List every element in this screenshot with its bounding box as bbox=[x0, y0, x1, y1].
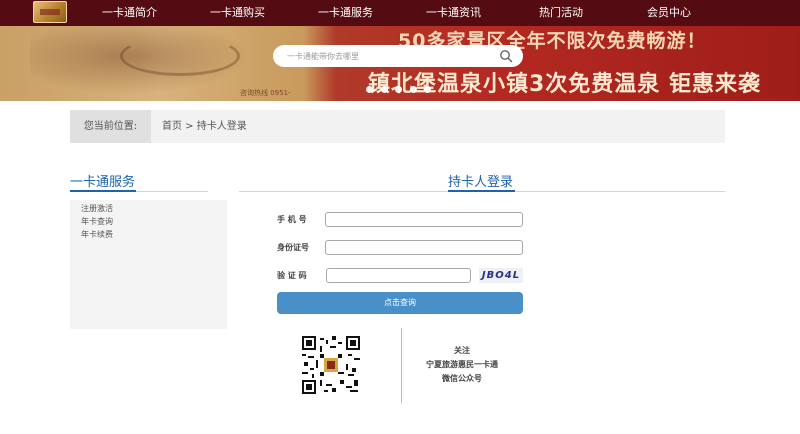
top-nav: 一卡通简介 一卡通购买 一卡通服务 一卡通资讯 热门活动 会员中心 bbox=[0, 0, 800, 26]
carousel-dot[interactable] bbox=[395, 86, 402, 93]
id-number-input[interactable] bbox=[325, 240, 523, 255]
carousel-dot[interactable] bbox=[381, 86, 388, 93]
nav-item-activities[interactable]: 热门活动 bbox=[539, 0, 583, 26]
captcha-image[interactable]: JBO4L bbox=[479, 268, 523, 283]
nav-item-service[interactable]: 一卡通服务 bbox=[318, 0, 373, 26]
captcha-label: 验 证 码 bbox=[277, 271, 307, 280]
search-icon[interactable] bbox=[499, 49, 513, 63]
search-input[interactable] bbox=[287, 48, 487, 64]
sidebar-title-underline bbox=[70, 190, 136, 192]
breadcrumb-label: 您当前位置: bbox=[70, 110, 151, 143]
phone-label: 手 机 号 bbox=[277, 215, 307, 224]
nav-item-member[interactable]: 会员中心 bbox=[647, 0, 691, 26]
search-box bbox=[273, 45, 523, 67]
carousel-dot[interactable] bbox=[410, 86, 417, 93]
breadcrumb: 您当前位置: 首页 > 持卡人登录 bbox=[70, 110, 725, 143]
carousel-dot[interactable] bbox=[424, 86, 431, 93]
nav-item-intro[interactable]: 一卡通简介 bbox=[102, 0, 157, 26]
wechat-follow-line-1: 关注 bbox=[454, 346, 470, 355]
sidebar-panel: 注册激活 年卡查询 年卡续费 bbox=[70, 200, 227, 329]
wechat-qr-code bbox=[302, 336, 360, 394]
query-button[interactable]: 点击查询 bbox=[277, 292, 523, 314]
nav-item-news[interactable]: 一卡通资讯 bbox=[426, 0, 481, 26]
sidebar-item-query[interactable]: 年卡查询 bbox=[81, 216, 113, 227]
nav-item-purchase[interactable]: 一卡通购买 bbox=[210, 0, 265, 26]
id-number-label: 身份证号 bbox=[277, 243, 309, 252]
site-logo[interactable] bbox=[33, 1, 67, 23]
banner-hotline: 咨询热线 0951- bbox=[240, 89, 291, 97]
wechat-follow-line-3: 微信公众号 bbox=[442, 374, 482, 383]
page-title: 持卡人登录 bbox=[448, 175, 514, 190]
banner-promo-line-2: 镇北堡温泉小镇3次免费温泉 钜惠来袭 bbox=[368, 72, 761, 97]
captcha-input[interactable] bbox=[326, 268, 471, 283]
phone-input[interactable] bbox=[325, 212, 523, 227]
sidebar-title: 一卡通服务 bbox=[70, 175, 136, 190]
page-title-underline bbox=[448, 190, 515, 192]
hero-banner[interactable]: 咨询热线 0951- 50多家景区全年不限次免费畅游！ 镇北堡温泉小镇3次免费温… bbox=[0, 26, 800, 101]
sidebar-item-register[interactable]: 注册激活 bbox=[81, 203, 113, 214]
banner-illustration-stroke bbox=[120, 36, 240, 76]
breadcrumb-path[interactable]: 首页 > 持卡人登录 bbox=[162, 110, 247, 143]
carousel-dot[interactable] bbox=[366, 86, 373, 93]
wechat-follow-line-2: 宁夏旅游惠民一卡通 bbox=[426, 360, 498, 369]
sidebar-item-renew[interactable]: 年卡续费 bbox=[81, 229, 113, 240]
